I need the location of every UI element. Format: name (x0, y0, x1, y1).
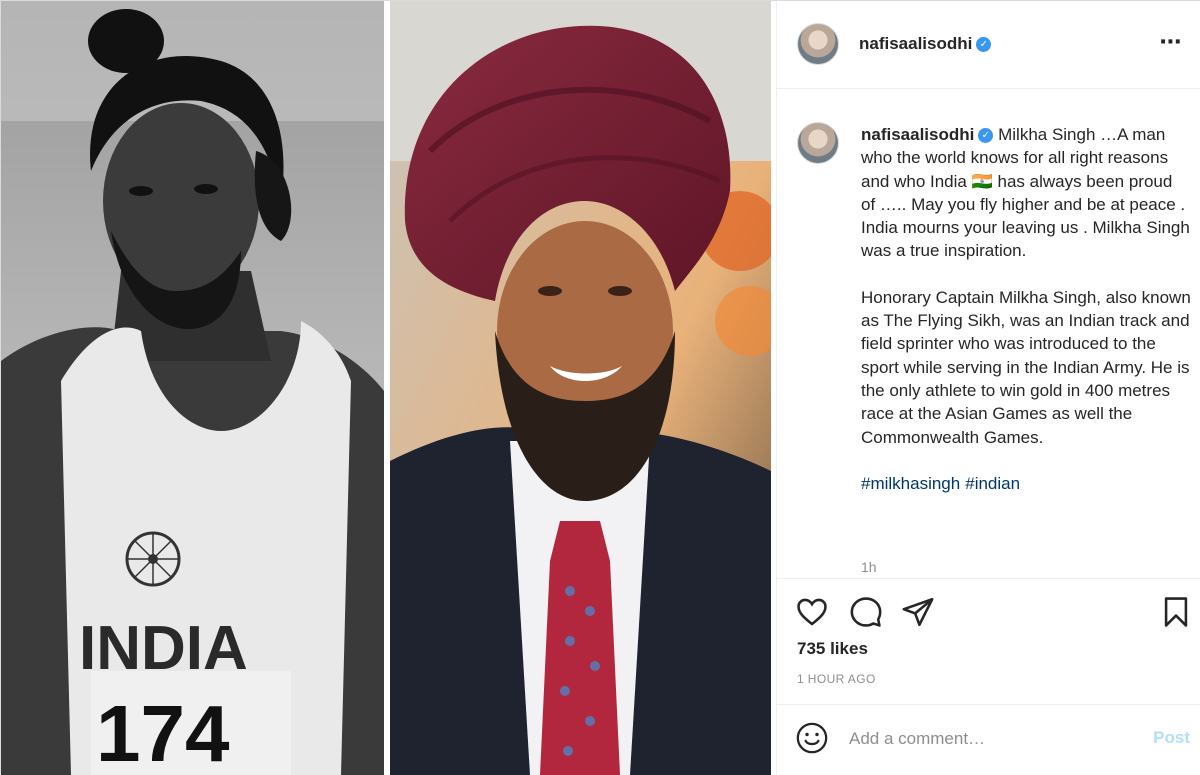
verified-badge-icon: ✓ (976, 37, 992, 53)
caption-username[interactable]: nafisaalisodhi (861, 125, 974, 144)
comment-form: Post (777, 704, 1200, 775)
action-bar: 735 likes 1 HOUR AGO (777, 578, 1200, 688)
comment-button[interactable] (849, 595, 883, 629)
verified-badge-icon: ✓ (978, 128, 994, 144)
athlete-bw-photo: INDIA 174 (1, 1, 384, 775)
likes-count[interactable]: 735 likes (797, 639, 868, 659)
jersey-text: INDIA (79, 614, 248, 683)
hashtag-list: #milkhasingh #indian (861, 472, 1191, 495)
hashtag-link[interactable]: #indian (965, 474, 1020, 493)
caption-paragraph-2: Honorary Captain Milkha Singh, also know… (861, 287, 1191, 447)
caption-text: nafisaalisodhi ✓ Milkha Singh …A man who … (861, 123, 1191, 495)
post-media[interactable]: INDIA 174 (1, 1, 776, 775)
hashtag-link[interactable]: #milkhasingh (861, 474, 960, 493)
save-button[interactable] (1159, 595, 1193, 629)
avatar[interactable] (797, 23, 839, 65)
india-flag-emoji: 🇮🇳 (971, 171, 993, 191)
portrait-color-photo (390, 1, 771, 775)
share-button[interactable] (901, 595, 935, 629)
bookmark-icon (1164, 597, 1188, 627)
username-text[interactable]: nafisaalisodhi (859, 34, 972, 53)
athlete-illustration: INDIA 174 (1, 1, 384, 775)
bib-number: 174 (96, 689, 230, 775)
heart-icon (797, 598, 827, 626)
comment-input[interactable] (849, 725, 1129, 753)
emoji-button[interactable] (795, 721, 829, 755)
instagram-post: INDIA 174 nafisaalisodhi ✓ ⋯ nafisaaliso… (0, 0, 1200, 775)
like-button[interactable] (795, 595, 829, 629)
header-username[interactable]: nafisaalisodhi ✓ (859, 34, 992, 54)
smiley-icon (796, 722, 828, 754)
comment-icon (850, 597, 882, 627)
share-icon (902, 597, 934, 627)
more-options-icon[interactable]: ⋯ (1156, 27, 1186, 57)
post-time-ago: 1 HOUR AGO (797, 672, 876, 686)
caption-area: nafisaalisodhi ✓ Milkha Singh …A man who … (777, 90, 1200, 578)
post-comment-button[interactable]: Post (1153, 728, 1190, 748)
caption-avatar[interactable] (797, 122, 839, 164)
caption-timestamp[interactable]: 1h (861, 559, 877, 575)
post-header: nafisaalisodhi ✓ ⋯ (777, 1, 1200, 89)
portrait-illustration (390, 1, 771, 775)
post-sidebar: nafisaalisodhi ✓ ⋯ nafisaalisodhi ✓ Milkha… (776, 1, 1200, 775)
